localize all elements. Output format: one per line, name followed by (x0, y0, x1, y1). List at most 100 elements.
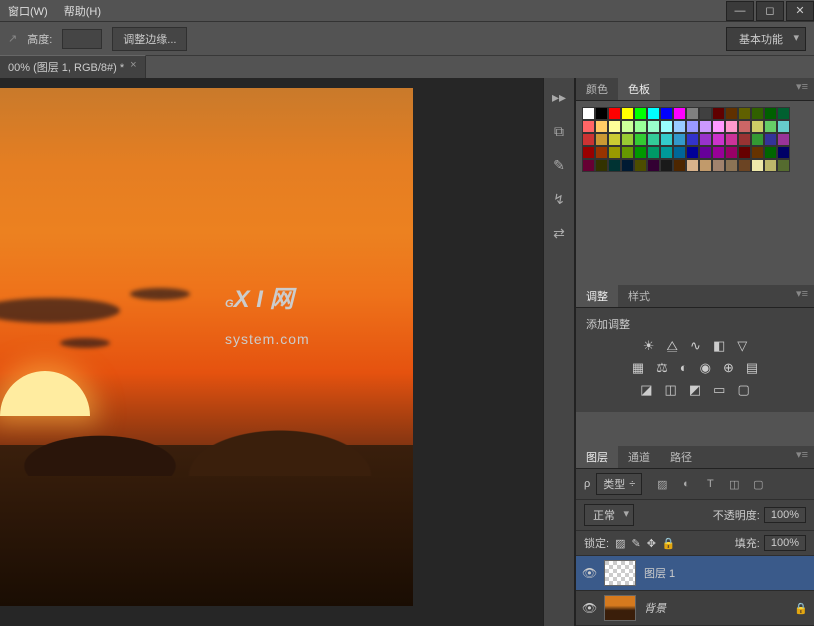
tab-swatches[interactable]: 色板 (618, 78, 660, 100)
threshold-icon[interactable]: ◩ (689, 382, 701, 398)
swatch[interactable] (686, 146, 699, 159)
tab-adjustments[interactable]: 调整 (576, 285, 618, 307)
swatch[interactable] (751, 107, 764, 120)
swatch[interactable] (699, 133, 712, 146)
swatch[interactable] (673, 107, 686, 120)
swatch[interactable] (751, 159, 764, 172)
swatch[interactable] (660, 107, 673, 120)
layer-filter-kind-dropdown[interactable]: 类型÷ (596, 473, 642, 495)
canvas-area[interactable]: GX I 网 system.com (0, 78, 543, 626)
swatch[interactable] (647, 146, 660, 159)
vibrance-icon[interactable]: ▽ (737, 338, 747, 354)
swatch[interactable] (764, 120, 777, 133)
swatch[interactable] (595, 120, 608, 133)
swatch[interactable] (725, 133, 738, 146)
swatch[interactable] (712, 120, 725, 133)
filter-adjust-icon[interactable]: ◐ (678, 478, 694, 491)
bw-icon[interactable]: ◐ (680, 360, 688, 376)
minimize-button[interactable]: — (726, 1, 754, 21)
panel-menu-icon[interactable]: ▾≡ (790, 78, 814, 100)
swatch[interactable] (673, 120, 686, 133)
panel-menu-icon[interactable]: ▾≡ (790, 446, 814, 468)
swatch[interactable] (751, 146, 764, 159)
swatch[interactable] (777, 159, 790, 172)
swatch[interactable] (582, 146, 595, 159)
swatch[interactable] (673, 133, 686, 146)
document-tab[interactable]: 00% (图层 1, RGB/8#) * × (0, 55, 146, 78)
swatch[interactable] (738, 133, 751, 146)
menu-window[interactable]: 窗口(W) (0, 0, 56, 22)
filter-shape-icon[interactable]: ◫ (726, 478, 742, 491)
swatch[interactable] (634, 146, 647, 159)
swatch[interactable] (634, 120, 647, 133)
swatch[interactable] (647, 107, 660, 120)
opacity-input[interactable]: 100% (764, 507, 806, 523)
swatch[interactable] (712, 146, 725, 159)
swatch[interactable] (699, 107, 712, 120)
swatch[interactable] (777, 146, 790, 159)
close-tab-icon[interactable]: × (130, 59, 136, 75)
posterize-icon[interactable]: ◫ (665, 382, 677, 398)
swatch[interactable] (738, 120, 751, 133)
filter-smart-icon[interactable]: ▢ (750, 478, 766, 491)
tab-layers[interactable]: 图层 (576, 446, 618, 468)
swatch[interactable] (725, 146, 738, 159)
swatch[interactable] (582, 133, 595, 146)
swatch[interactable] (621, 159, 634, 172)
swatch[interactable] (777, 120, 790, 133)
visibility-toggle-icon[interactable]: 👁 (582, 566, 596, 580)
swatch[interactable] (699, 159, 712, 172)
maximize-button[interactable]: ◻ (756, 1, 784, 21)
lock-paint-icon[interactable]: ✎ (631, 537, 640, 550)
swatch[interactable] (621, 107, 634, 120)
swatch[interactable] (699, 146, 712, 159)
color-lookup-icon[interactable]: ▤ (746, 360, 758, 376)
swatch[interactable] (595, 146, 608, 159)
levels-icon[interactable]: ⧋ (666, 338, 678, 354)
swatch[interactable] (621, 120, 634, 133)
channel-mixer-icon[interactable]: ⊕ (723, 360, 734, 376)
filter-type-icon[interactable]: T (702, 478, 718, 491)
swatch[interactable] (777, 107, 790, 120)
panel-menu-icon[interactable]: ▾≡ (790, 285, 814, 307)
menu-help[interactable]: 帮助(H) (56, 0, 109, 22)
swatch[interactable] (647, 159, 660, 172)
history-icon[interactable]: ⧉ (546, 118, 572, 144)
swatch[interactable] (738, 146, 751, 159)
swatch[interactable] (595, 107, 608, 120)
swatch[interactable] (764, 146, 777, 159)
swatch[interactable] (751, 120, 764, 133)
document-canvas[interactable]: GX I 网 system.com (0, 88, 413, 606)
swatch[interactable] (608, 159, 621, 172)
lock-position-icon[interactable]: ✥ (647, 537, 656, 550)
swatch[interactable] (595, 159, 608, 172)
swatch[interactable] (738, 159, 751, 172)
swatch[interactable] (686, 107, 699, 120)
swatch[interactable] (660, 120, 673, 133)
refine-edge-button[interactable]: 调整边缘... (112, 27, 187, 51)
swatch[interactable] (595, 133, 608, 146)
layer-thumbnail[interactable] (604, 595, 636, 621)
swatch[interactable] (608, 146, 621, 159)
swatch[interactable] (621, 133, 634, 146)
swatch[interactable] (764, 133, 777, 146)
brightness-contrast-icon[interactable]: ☀ (643, 338, 655, 354)
swatch[interactable] (725, 120, 738, 133)
swatch[interactable] (725, 107, 738, 120)
blend-mode-dropdown[interactable]: 正常 (584, 504, 634, 526)
swatch[interactable] (725, 159, 738, 172)
swatch[interactable] (660, 159, 673, 172)
swatch[interactable] (608, 133, 621, 146)
swatch[interactable] (634, 133, 647, 146)
swatch[interactable] (582, 107, 595, 120)
swatch[interactable] (582, 120, 595, 133)
clone-source-icon[interactable]: ⇄ (546, 220, 572, 246)
brush-icon[interactable]: ✎ (546, 152, 572, 178)
swatch[interactable] (712, 159, 725, 172)
swatch[interactable] (738, 107, 751, 120)
tab-color[interactable]: 颜色 (576, 78, 618, 100)
brush-presets-icon[interactable]: ↯ (546, 186, 572, 212)
swatch[interactable] (582, 159, 595, 172)
swatch[interactable] (673, 146, 686, 159)
swatch[interactable] (699, 120, 712, 133)
